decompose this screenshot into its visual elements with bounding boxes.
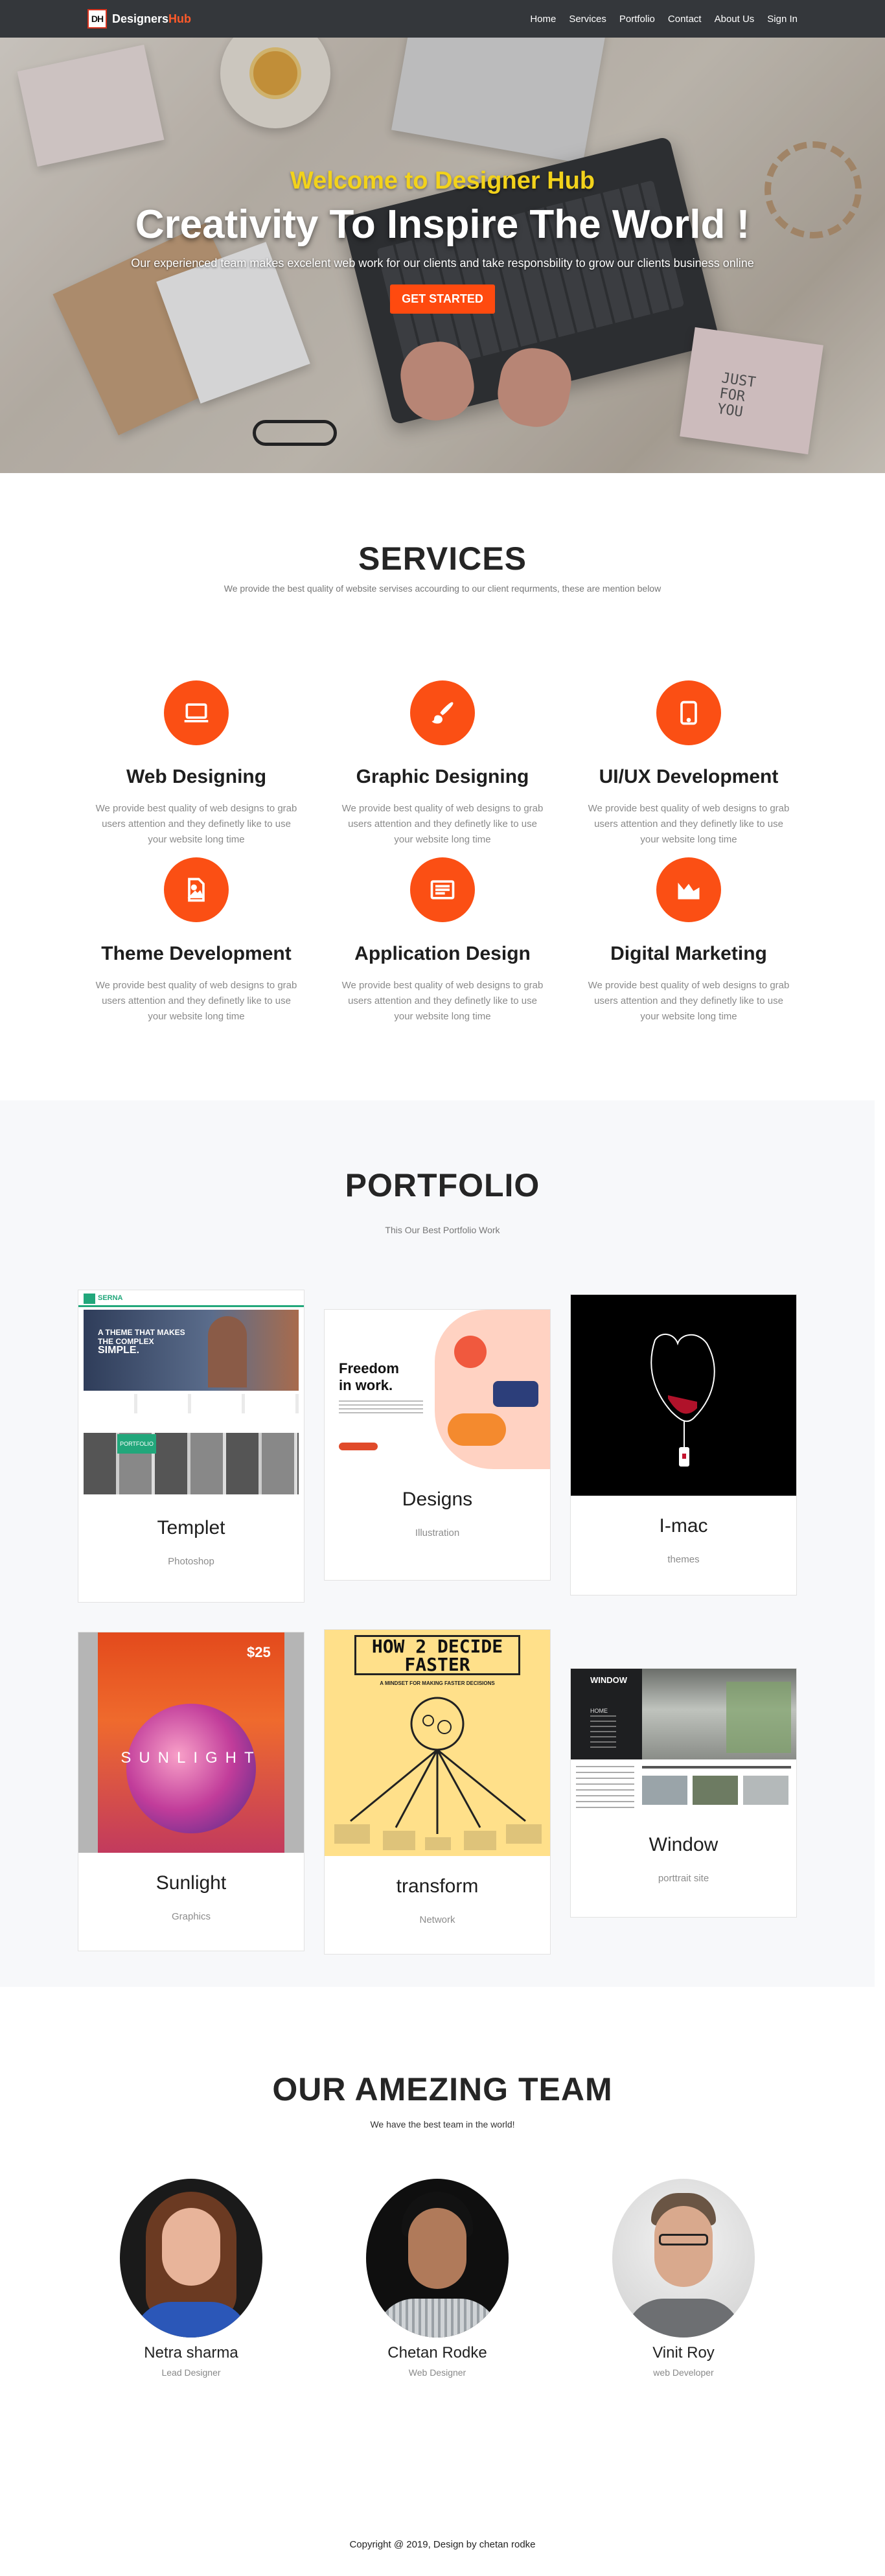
- service-name: Web Designing: [126, 766, 267, 787]
- newspaper-icon: [410, 857, 475, 922]
- paint-brush-icon: [410, 680, 475, 745]
- nav-link-home[interactable]: Home: [530, 14, 556, 25]
- laptop-icon: [164, 680, 229, 745]
- nav-links: Home Services Portfolio Contact About Us…: [530, 14, 798, 25]
- portfolio-card[interactable]: WINDOW HOME Window porttrait site: [570, 1668, 797, 1918]
- team-member: Vinit Roy web Developer: [612, 2179, 755, 2378]
- team-member-role: web Developer: [653, 2367, 714, 2378]
- service-card: Theme Development We provide best qualit…: [89, 857, 303, 1025]
- portfolio-card-title: transform: [396, 1875, 479, 1897]
- service-description: We provide best quality of web designs t…: [95, 803, 297, 845]
- portfolio-image: HOW 2 DECIDE FASTER A MINDSET FOR MAKING…: [325, 1630, 550, 1856]
- portfolio-card-title: Designs: [402, 1489, 473, 1510]
- services-title: SERVICES: [358, 540, 527, 577]
- services-subtitle: We provide the best quality of website s…: [224, 583, 661, 594]
- image-file-icon: [164, 857, 229, 922]
- thumb-text: in work.: [339, 1377, 393, 1393]
- brand-name-part2: Hub: [168, 12, 192, 25]
- nav-link-services[interactable]: Services: [569, 14, 606, 25]
- team-member: Chetan Rodke Web Designer: [366, 2179, 509, 2378]
- tablet-icon: [656, 680, 721, 745]
- service-description: We provide best quality of web designs t…: [341, 803, 544, 845]
- thumb-text: A MINDSET FOR MAKING FASTER DECISIONS: [380, 1680, 495, 1686]
- avatar: [120, 2179, 262, 2338]
- portfolio-card[interactable]: I-mac themes: [570, 1294, 797, 1595]
- service-card: Web Designing We provide best quality of…: [89, 680, 303, 848]
- portfolio-card-category: Graphics: [171, 1911, 211, 1922]
- service-description: We provide best quality of web designs t…: [95, 980, 297, 1022]
- team-member-name: Vinit Roy: [652, 2344, 715, 2361]
- service-card: Application Design We provide best quali…: [336, 857, 549, 1025]
- portfolio-card[interactable]: HOW 2 DECIDE FASTER A MINDSET FOR MAKING…: [324, 1629, 551, 1955]
- portfolio-card-category: themes: [667, 1554, 700, 1565]
- service-name: Digital Marketing: [610, 943, 767, 964]
- thumb-text: $25: [247, 1644, 271, 1660]
- hero-subtitle: Our experienced team makes excelent web …: [131, 257, 754, 270]
- area-chart-icon: [656, 857, 721, 922]
- thumb-text: HOW 2 DECIDE: [371, 1636, 503, 1657]
- portfolio-card-category: porttrait site: [658, 1873, 709, 1884]
- avatar: [612, 2179, 755, 2338]
- service-description: We provide best quality of web designs t…: [588, 803, 790, 845]
- brand-logo: DH: [87, 9, 107, 29]
- service-card: Digital Marketing We provide best qualit…: [582, 857, 796, 1025]
- thumb-text: WINDOW: [590, 1675, 628, 1685]
- thumb-text: A THEME THAT MAKES: [98, 1328, 185, 1337]
- thumb-text: Freedom: [339, 1360, 399, 1376]
- portfolio-card-category: Illustration: [415, 1527, 460, 1538]
- portfolio-image: Freedom in work.: [325, 1310, 550, 1469]
- nav-link-sign-in[interactable]: Sign In: [767, 14, 798, 25]
- thumb-text: SUNLIGHT: [121, 1749, 262, 1767]
- nav-link-contact[interactable]: Contact: [668, 14, 702, 25]
- portfolio-card-title: Templet: [157, 1517, 225, 1538]
- portfolio-card[interactable]: Freedom in work. Designs Illustration: [324, 1309, 551, 1581]
- footer-copyright: Copyright @ 2019, Design by chetan rodke: [349, 2539, 536, 2550]
- portfolio-card[interactable]: $25 SUNLIGHT Sunlight Graphics: [78, 1632, 305, 1951]
- service-card: UI/UX Development We provide best qualit…: [582, 680, 796, 848]
- portfolio-subtitle: This Our Best Portfolio Work: [385, 1225, 500, 1235]
- hero-content: Welcome to Designer Hub Creativity To In…: [0, 167, 885, 314]
- navbar: DH DesignersHub Home Services Portfolio …: [0, 0, 885, 38]
- service-name: UI/UX Development: [599, 766, 779, 787]
- thumb-text: SERNA: [98, 1294, 123, 1302]
- service-name: Application Design: [354, 943, 531, 964]
- portfolio-image: SERNA A THEME THAT MAKES THE COMPLEX SIM…: [78, 1290, 304, 1498]
- team-subtitle: We have the best team in the world!: [370, 2119, 515, 2129]
- thumb-text: FASTER: [404, 1654, 470, 1675]
- portfolio-card-title: I-mac: [659, 1515, 708, 1537]
- thumb-text: SIMPLE.: [98, 1345, 140, 1356]
- brand[interactable]: DH DesignersHub: [87, 9, 191, 29]
- service-name: Graphic Designing: [356, 766, 529, 787]
- team-member: Netra sharma Lead Designer: [120, 2179, 262, 2378]
- service-description: We provide best quality of web designs t…: [588, 980, 790, 1022]
- team-member-role: Lead Designer: [161, 2367, 221, 2378]
- nav-link-about-us[interactable]: About Us: [715, 14, 755, 25]
- portfolio-card-title: Window: [649, 1834, 718, 1855]
- team-member-role: Web Designer: [408, 2367, 466, 2378]
- brand-name: DesignersHub: [112, 12, 191, 26]
- nav-link-portfolio[interactable]: Portfolio: [619, 14, 655, 25]
- portfolio-card-title: Sunlight: [155, 1872, 227, 1894]
- service-name: Theme Development: [101, 943, 292, 964]
- team-title: OUR AMEZING TEAM: [272, 2071, 613, 2107]
- hero-welcome: Welcome to Designer Hub: [290, 167, 595, 194]
- portfolio-title: PORTFOLIO: [345, 1167, 540, 1203]
- service-description: We provide best quality of web designs t…: [341, 980, 544, 1022]
- team-member-name: Chetan Rodke: [387, 2344, 487, 2361]
- portfolio-card[interactable]: SERNA A THEME THAT MAKES THE COMPLEX SIM…: [78, 1290, 305, 1603]
- get-started-button[interactable]: GET STARTED: [390, 284, 495, 314]
- portfolio-card-category: Photoshop: [168, 1556, 214, 1567]
- portfolio-image: [571, 1295, 796, 1496]
- service-card: Graphic Designing We provide best qualit…: [336, 680, 549, 848]
- hero-title: Creativity To Inspire The World !: [135, 202, 750, 247]
- thumb-text: PORTFOLIO: [117, 1434, 156, 1454]
- portfolio-image: $25 SUNLIGHT: [78, 1632, 304, 1853]
- thumb-text: HOME: [590, 1708, 608, 1714]
- hero-section: JUST FOR YOU Welcome to Designer Hub Cre…: [0, 38, 885, 473]
- avatar: [366, 2179, 509, 2338]
- portfolio-image: WINDOW HOME: [571, 1669, 796, 1815]
- brand-name-part1: Designers: [112, 12, 169, 25]
- portfolio-card-category: Network: [419, 1914, 455, 1925]
- team-member-name: Netra sharma: [144, 2344, 238, 2361]
